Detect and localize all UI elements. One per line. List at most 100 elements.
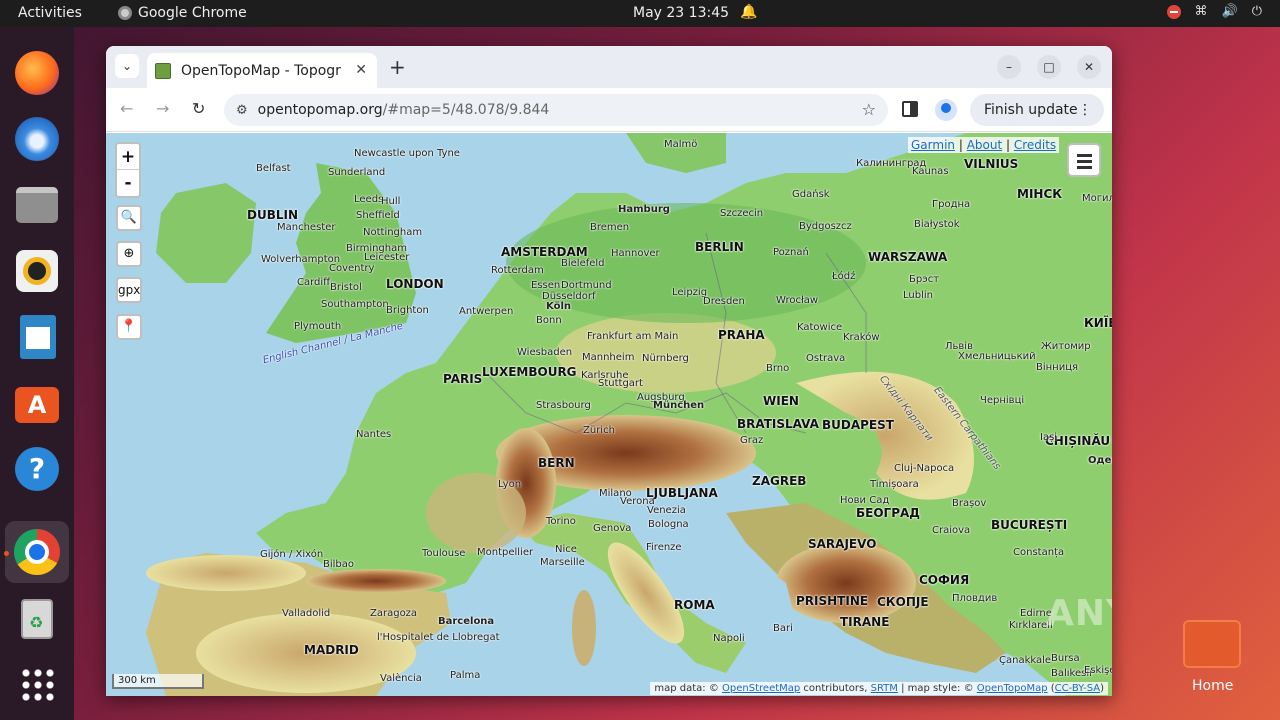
show-apps-icon[interactable]: [13, 659, 61, 707]
layers-menu-icon[interactable]: [1067, 143, 1101, 177]
locate-icon[interactable]: ⊕: [116, 241, 142, 267]
bookmark-star-icon[interactable]: ☆: [862, 100, 876, 119]
address-host: opentopomap.org: [257, 102, 383, 118]
map-label: Ostrava: [806, 353, 846, 364]
finish-update-button[interactable]: Finish update ⋮: [970, 94, 1104, 126]
map-label: Mannheim: [582, 352, 635, 363]
activities-button[interactable]: Activities: [18, 5, 82, 21]
close-window-button[interactable]: ✕: [1077, 55, 1101, 79]
map-attribution: map data: © OpenStreetMap contributors, …: [650, 682, 1108, 695]
files-icon[interactable]: [13, 181, 61, 229]
map-label: Rotterdam: [491, 265, 544, 276]
map-label: Чернівці: [980, 395, 1025, 406]
reload-icon[interactable]: ↻: [192, 99, 205, 118]
gpx-button[interactable]: gpx: [116, 277, 142, 303]
map-label: Stuttgart: [598, 378, 643, 389]
address-path: /#map=5/48.078/9.844: [382, 102, 550, 118]
tab-close-icon[interactable]: ✕: [355, 62, 367, 78]
marker-icon[interactable]: 📍: [116, 314, 142, 340]
bell-icon[interactable]: 🔔: [740, 4, 757, 20]
map-label: Eskişe: [1084, 665, 1112, 676]
running-indicator: [4, 551, 9, 556]
system-tray[interactable]: ⌘ 🔊 ⏻: [1166, 4, 1262, 19]
profile-avatar-icon[interactable]: [935, 99, 957, 121]
srtm-link[interactable]: SRTM: [871, 683, 898, 694]
map-label: Bielefeld: [561, 258, 605, 269]
credits-link[interactable]: Credits: [1014, 138, 1056, 152]
map-label: Kaunas: [912, 166, 949, 177]
attrib-prefix: map data: ©: [654, 683, 723, 694]
clock[interactable]: May 23 13:45: [633, 5, 729, 21]
map-label: Kraków: [843, 332, 880, 343]
map-label: Brighton: [386, 305, 429, 316]
opentopomap-link[interactable]: OpenTopoMap: [977, 683, 1048, 694]
map-label: Manchester: [277, 222, 336, 233]
home-folder-label: Home: [1192, 678, 1234, 694]
map-label: Marseille: [540, 557, 585, 568]
topographic-map[interactable]: + - 🔍 ⊕ gpx 📍 Garmin | About | Credits D…: [106, 133, 1112, 696]
tab-opentopomap[interactable]: OpenTopoMap - Topogr ✕: [147, 53, 377, 88]
more-menu-icon[interactable]: ⋮: [1078, 94, 1092, 126]
license-link[interactable]: CC-BY-SA: [1055, 683, 1100, 694]
help-icon[interactable]: ?: [13, 445, 61, 493]
home-folder-icon[interactable]: [1183, 620, 1241, 668]
map-label: Çanakkale: [999, 655, 1052, 666]
map-label: Szczecin: [720, 208, 764, 219]
map-label: TIRANE: [840, 615, 890, 629]
map-label: Southampton: [321, 299, 389, 310]
thunderbird-icon[interactable]: [13, 115, 61, 163]
writer-icon[interactable]: [13, 313, 61, 361]
volume-icon: 🔊: [1221, 4, 1238, 19]
chrome-dock-icon[interactable]: [5, 521, 69, 583]
map-label: Dresden: [703, 296, 745, 307]
new-tab-button[interactable]: +: [389, 55, 406, 79]
rhythmbox-icon[interactable]: [13, 247, 61, 295]
map-label: СКОПЈЕ: [877, 595, 929, 609]
site-info-icon[interactable]: ⚙: [236, 103, 248, 118]
map-label: Gijón / Xixón: [260, 549, 324, 560]
software-icon[interactable]: A: [13, 379, 61, 427]
map-label: Leicester: [364, 252, 410, 263]
map-label: LUXEMBOURG: [482, 365, 577, 379]
attrib-style: | map style: ©: [897, 683, 977, 694]
map-label: Essen: [531, 280, 561, 291]
side-panel-icon[interactable]: [902, 101, 918, 117]
map-label: Nantes: [356, 429, 392, 440]
map-label: Frankfurt am Main: [587, 331, 679, 342]
map-label: Leipzig: [672, 287, 708, 298]
app-menu[interactable]: Google Chrome: [118, 5, 247, 21]
map-label: Craiova: [932, 525, 971, 536]
map-label: PRAHA: [718, 328, 765, 342]
back-icon[interactable]: ←: [120, 99, 133, 118]
anyrun-watermark: ANY.RUN: [1046, 593, 1112, 634]
zoom-in-button[interactable]: +: [117, 144, 139, 170]
map-label: PARIS: [443, 372, 483, 386]
map-label: DUBLIN: [247, 208, 299, 222]
map-label: Bilbao: [323, 559, 355, 570]
map-label: Brașov: [952, 498, 987, 509]
map-label: Nürnberg: [642, 353, 689, 364]
tab-search-button[interactable]: ⌄: [115, 54, 139, 78]
map-label: Napoli: [713, 633, 745, 644]
search-icon[interactable]: 🔍: [116, 205, 142, 231]
osm-link[interactable]: OpenStreetMap: [722, 683, 800, 694]
address-bar[interactable]: ⚙ opentopomap.org/#map=5/48.078/9.844 ☆: [224, 94, 888, 126]
map-label: München: [653, 400, 705, 411]
map-label: Timișoara: [870, 479, 919, 490]
maximize-button[interactable]: □: [1037, 55, 1061, 79]
map-label: СОФИЯ: [919, 573, 970, 587]
trash-icon[interactable]: ♻: [13, 595, 61, 643]
forward-icon[interactable]: →: [156, 99, 169, 118]
firefox-icon[interactable]: [13, 49, 61, 97]
about-link[interactable]: About: [967, 138, 1002, 152]
map-label: МІНСК: [1017, 187, 1063, 201]
map-label: Hull: [381, 196, 401, 207]
map-label: Graz: [740, 435, 764, 446]
map-label: Bremen: [590, 222, 630, 233]
map-label: Hamburg: [618, 204, 670, 215]
zoom-out-button[interactable]: -: [117, 170, 139, 196]
garmin-link[interactable]: Garmin: [911, 138, 955, 152]
map-label: ROMA: [674, 598, 715, 612]
map-label: Katowice: [797, 322, 843, 333]
minimize-button[interactable]: –: [997, 55, 1021, 79]
